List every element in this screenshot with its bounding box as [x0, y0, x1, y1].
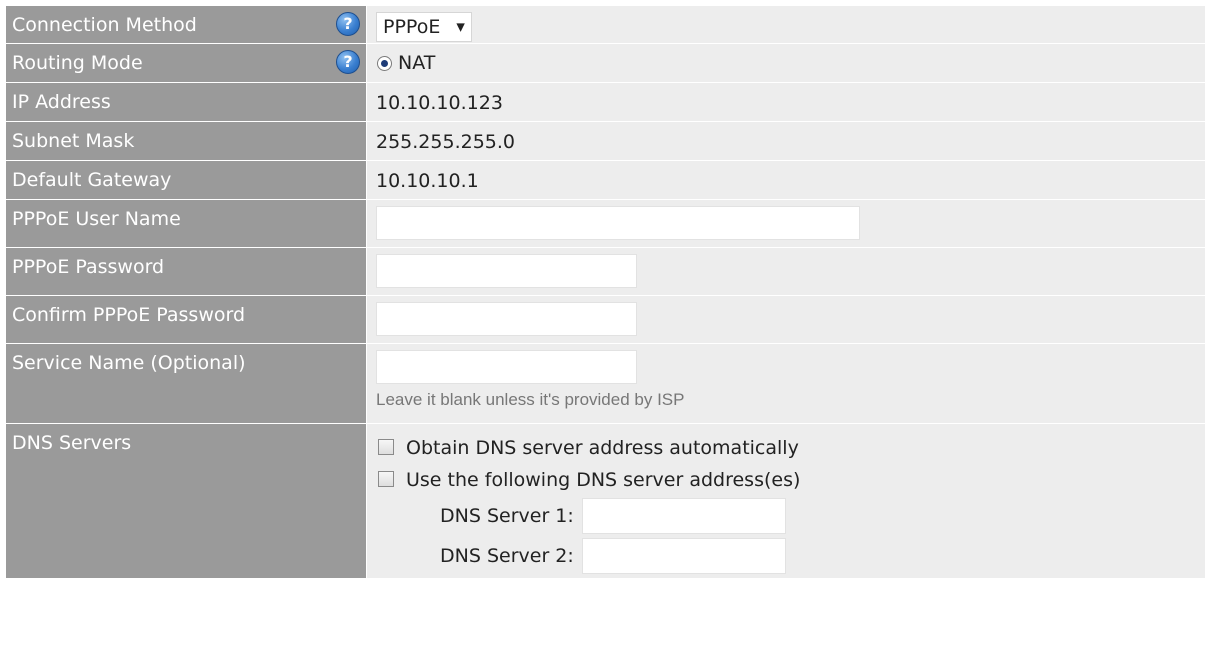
pppoe-password-label: PPPoE Password: [12, 256, 165, 278]
pppoe-password-label-cell: PPPoE Password: [5, 247, 367, 296]
routing-mode-label: Routing Mode: [12, 52, 143, 74]
default-gateway-row: Default Gateway 10.10.10.1: [5, 160, 1206, 200]
subnet-mask-label-cell: Subnet Mask: [5, 121, 367, 161]
ip-address-value-cell: 10.10.10.123: [366, 82, 1206, 122]
dns-server-1-input[interactable]: [581, 498, 786, 534]
service-name-hint: Leave it blank unless it's provided by I…: [376, 390, 685, 409]
ip-address-row: IP Address 10.10.10.123: [5, 82, 1206, 122]
connection-method-value-cell: PPPoE ▼: [366, 5, 1206, 44]
confirm-pppoe-password-input[interactable]: [376, 302, 637, 336]
dns-servers-label: DNS Servers: [12, 432, 132, 454]
confirm-pppoe-password-label-cell: Confirm PPPoE Password: [5, 295, 367, 344]
routing-mode-label-cell: Routing Mode ?: [5, 43, 367, 83]
confirm-pppoe-password-label: Confirm PPPoE Password: [12, 304, 246, 326]
default-gateway-label: Default Gateway: [12, 169, 172, 191]
nat-radio-label: NAT: [398, 52, 436, 74]
pppoe-user-name-row: PPPoE User Name: [5, 199, 1206, 248]
pppoe-password-value-cell: [366, 247, 1206, 296]
help-icon[interactable]: ?: [336, 50, 360, 74]
obtain-dns-auto-checkbox[interactable]: [378, 438, 394, 455]
dns-servers-row: DNS Servers Obtain DNS server address au…: [5, 423, 1206, 579]
use-following-dns-option[interactable]: Use the following DNS server address(es): [367, 464, 1205, 496]
connection-method-label-cell: Connection Method ?: [5, 5, 367, 44]
ip-address-label-cell: IP Address: [5, 82, 367, 122]
pppoe-user-name-label-cell: PPPoE User Name: [5, 199, 367, 248]
wan-connection-settings-table: Connection Method ? PPPoE ▼ Routing Mode…: [5, 5, 1206, 579]
subnet-mask-row: Subnet Mask 255.255.255.0: [5, 121, 1206, 161]
ip-address-label: IP Address: [12, 91, 111, 113]
use-following-dns-label: Use the following DNS server address(es): [406, 469, 801, 491]
connection-method-select[interactable]: PPPoE ▼: [376, 12, 472, 42]
service-name-label: Service Name (Optional): [12, 352, 246, 374]
subnet-mask-value: 255.255.255.0: [376, 131, 516, 153]
ip-address-value: 10.10.10.123: [376, 92, 503, 114]
subnet-mask-label: Subnet Mask: [12, 130, 135, 152]
dns-server-1-line: DNS Server 1:: [367, 496, 1205, 536]
dns-server-2-label: DNS Server 2:: [440, 545, 574, 567]
service-name-input[interactable]: [376, 350, 637, 384]
pppoe-user-name-label: PPPoE User Name: [12, 208, 181, 230]
routing-mode-nat-option[interactable]: NAT: [367, 44, 1205, 74]
confirm-pppoe-password-value-cell: [366, 295, 1206, 344]
confirm-pppoe-password-row: Confirm PPPoE Password: [5, 295, 1206, 344]
help-icon[interactable]: ?: [336, 12, 360, 36]
default-gateway-value: 10.10.10.1: [376, 170, 479, 192]
pppoe-password-row: PPPoE Password: [5, 247, 1206, 296]
routing-mode-row: Routing Mode ? NAT: [5, 43, 1206, 83]
obtain-dns-auto-label: Obtain DNS server address automatically: [406, 437, 799, 459]
nat-radio[interactable]: [377, 56, 392, 71]
service-name-row: Service Name (Optional) Leave it blank u…: [5, 343, 1206, 424]
dns-servers-value-cell: Obtain DNS server address automatically …: [366, 423, 1206, 579]
dns-server-2-line: DNS Server 2:: [367, 536, 1205, 576]
routing-mode-value-cell: NAT: [366, 43, 1206, 83]
subnet-mask-value-cell: 255.255.255.0: [366, 121, 1206, 161]
connection-method-selected-value: PPPoE: [383, 16, 441, 38]
obtain-dns-auto-option[interactable]: Obtain DNS server address automatically: [367, 432, 1205, 464]
default-gateway-label-cell: Default Gateway: [5, 160, 367, 200]
default-gateway-value-cell: 10.10.10.1: [366, 160, 1206, 200]
pppoe-password-input[interactable]: [376, 254, 637, 288]
pppoe-user-name-input[interactable]: [376, 206, 860, 240]
pppoe-user-name-value-cell: [366, 199, 1206, 248]
service-name-value-cell: Leave it blank unless it's provided by I…: [366, 343, 1206, 424]
dns-server-2-input[interactable]: [581, 538, 786, 574]
connection-method-label: Connection Method: [12, 14, 197, 36]
service-name-label-cell: Service Name (Optional): [5, 343, 367, 424]
chevron-down-icon: ▼: [456, 20, 465, 34]
use-following-dns-checkbox[interactable]: [378, 470, 394, 487]
dns-servers-label-cell: DNS Servers: [5, 423, 367, 579]
connection-method-row: Connection Method ? PPPoE ▼: [5, 5, 1206, 44]
dns-server-1-label: DNS Server 1:: [440, 505, 574, 527]
